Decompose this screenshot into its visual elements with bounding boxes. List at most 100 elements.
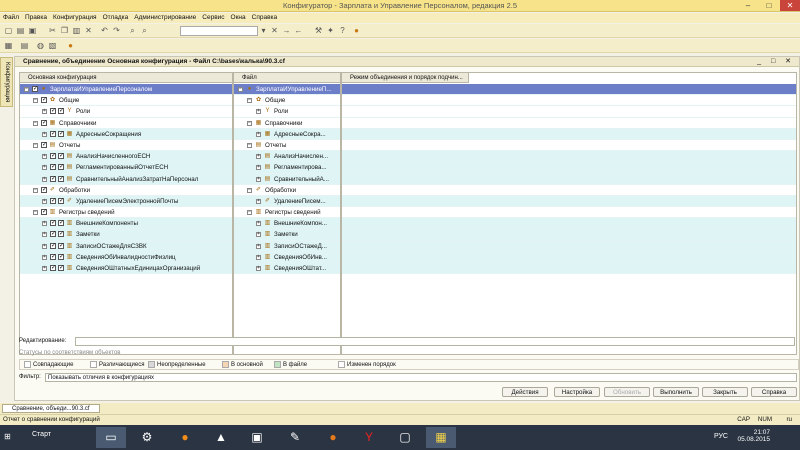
table-icon[interactable]: ▤	[20, 41, 29, 50]
expand-icon[interactable]: +	[256, 266, 261, 271]
tree-row[interactable]: + ✓ ✓ ▦ АдресныеСокращения	[20, 128, 232, 140]
expand-icon[interactable]: +	[42, 266, 47, 271]
tree-row[interactable]	[342, 95, 796, 107]
clear-search-icon[interactable]: ✕	[270, 26, 279, 35]
tree-row[interactable]: − ● ЗарплатаИУправлениеП...	[234, 84, 340, 96]
tools-icon[interactable]: ⚒	[314, 26, 323, 35]
menu-service[interactable]: Сервис	[199, 13, 227, 23]
merge-checkbox[interactable]: ✓	[58, 231, 64, 238]
edit-field[interactable]	[75, 337, 795, 346]
wizard-icon[interactable]: ✦	[326, 26, 335, 35]
delete-icon[interactable]: ✕	[84, 26, 93, 35]
redo-icon[interactable]: ↷	[112, 26, 121, 35]
merge-checkbox[interactable]: ✓	[41, 119, 47, 126]
merge-checkbox[interactable]: ✓	[58, 153, 64, 160]
menu-file[interactable]: Файл	[0, 13, 22, 23]
tree-row[interactable]: + Y Роли	[234, 106, 340, 118]
merge-checkbox[interactable]: ✓	[50, 253, 56, 260]
expand-icon[interactable]: +	[42, 176, 47, 182]
execute-button[interactable]: Выполнить	[653, 387, 699, 397]
merge-checkbox[interactable]: ✓	[32, 86, 38, 92]
tree-row[interactable]	[342, 151, 796, 163]
expand-icon[interactable]: +	[256, 221, 261, 227]
merge-checkbox[interactable]: ✓	[50, 242, 56, 249]
merge-checkbox[interactable]: ✓	[58, 265, 64, 271]
taskbar-lang[interactable]: РУС	[714, 433, 728, 440]
tree-row[interactable]	[342, 84, 796, 96]
expand-icon[interactable]: +	[42, 198, 47, 204]
expand-icon[interactable]: −	[247, 210, 252, 216]
maximize-button[interactable]: □	[759, 0, 779, 11]
close-window-button[interactable]: ✕	[780, 0, 800, 11]
column-header-main-config[interactable]: Основная конфигурация	[20, 73, 232, 83]
menu-help[interactable]: Справка	[249, 13, 281, 23]
merge-checkbox[interactable]: ✓	[50, 175, 56, 182]
merge-checkbox[interactable]: ✓	[58, 220, 64, 227]
expand-icon[interactable]: +	[256, 243, 261, 249]
tree-row[interactable]: − ▤ Отчеты	[234, 140, 340, 152]
open-icon[interactable]: ▤	[16, 26, 25, 35]
tree-row[interactable]: − ✓ ● ЗарплатаИУправлениеПерсоналом	[20, 84, 232, 96]
menu-edit[interactable]: Правка	[22, 13, 50, 23]
tree-row[interactable]	[342, 140, 796, 152]
new-icon[interactable]: ▢	[4, 26, 13, 35]
menu-debug[interactable]: Отладка	[100, 13, 132, 23]
filter-field[interactable]: Показывать отличия в конфигурациях	[45, 373, 797, 382]
tree-row[interactable]: + ✓ ✓ ▥ ЗаписиОСтажеДляСЗВК	[20, 240, 232, 252]
tree-row[interactable]: + ▤ СравнительныйА...	[234, 173, 340, 185]
tree-row[interactable]: + ▥ Заметки	[234, 229, 340, 241]
expand-icon[interactable]: +	[42, 232, 47, 238]
tree-row[interactable]	[342, 251, 796, 263]
run-icon[interactable]: ●	[66, 41, 75, 50]
tree-row[interactable]: + ▥ ЗаписиОСтажеД...	[234, 240, 340, 252]
tree-row[interactable]: + ✓ ✓ Y Роли	[20, 106, 232, 118]
tree-row[interactable]: − ✓ ✐ Обработки	[20, 185, 232, 196]
undo-icon[interactable]: ↶	[100, 26, 109, 35]
tree-row[interactable]: − ▥ Регистры сведений	[234, 207, 340, 219]
tree-row[interactable]	[342, 229, 796, 241]
merge-checkbox[interactable]: ✓	[58, 108, 64, 115]
merge-checkbox[interactable]: ✓	[58, 197, 64, 204]
tree-row[interactable]	[342, 106, 796, 118]
expand-icon[interactable]: +	[256, 165, 261, 171]
tree-row[interactable]	[342, 118, 796, 129]
tree-row[interactable]: + ▤ Регламентирова...	[234, 162, 340, 174]
expand-icon[interactable]: +	[42, 154, 47, 160]
menu-windows[interactable]: Окна	[228, 13, 249, 23]
search-back-icon[interactable]: ←	[294, 26, 303, 35]
tree-row[interactable]: + ✓ ✓ ▤ РегламентированныйОтчетЕСН	[20, 162, 232, 174]
tree-row[interactable]: − ✓ ▦ Справочники	[20, 118, 232, 129]
tree-row[interactable]: + ▥ ВнешниеКомпон...	[234, 218, 340, 230]
refresh-button[interactable]: Обновить	[604, 387, 650, 397]
copy-icon[interactable]: ❐	[60, 26, 69, 35]
merge-checkbox[interactable]: ✓	[58, 175, 64, 182]
merge-checkbox[interactable]: ✓	[58, 130, 64, 137]
tree-row[interactable]: + ✓ ✓ ▥ Заметки	[20, 229, 232, 241]
app-icon-2[interactable]: ⚙	[132, 427, 162, 448]
expand-icon[interactable]: −	[238, 87, 243, 92]
help-button[interactable]: Справка	[751, 387, 797, 397]
expand-icon[interactable]: +	[256, 198, 261, 204]
merge-checkbox[interactable]: ✓	[50, 231, 56, 238]
db-icon[interactable]: ◍	[36, 41, 45, 50]
clock[interactable]: 21:07 05.08.2015	[737, 429, 770, 443]
tree-row[interactable]: + ▥ СведенияОШтат...	[234, 263, 340, 275]
tree-row[interactable]: − ✿ Общие	[234, 95, 340, 107]
expand-icon[interactable]: −	[33, 120, 38, 126]
start-button[interactable]: Старт	[32, 431, 51, 438]
merge-checkbox[interactable]: ✓	[50, 220, 56, 227]
expand-icon[interactable]: −	[24, 87, 29, 92]
window-controls[interactable]: _ □ ✕	[757, 57, 795, 67]
merge-checkbox[interactable]: ✓	[41, 97, 47, 104]
menu-configuration[interactable]: Конфигурация	[50, 13, 100, 23]
expand-icon[interactable]: −	[247, 120, 252, 126]
expand-icon[interactable]: +	[256, 154, 261, 160]
tree-row[interactable]: + ▤ АнализНачислен...	[234, 151, 340, 163]
tree-row[interactable]: + ✐ УдалениеПисем...	[234, 195, 340, 208]
expand-icon[interactable]: +	[42, 221, 47, 227]
tree-row[interactable]: + ✓ ✓ ▤ СравнительныйАнализЗатратНаПерсонал	[20, 173, 232, 185]
tree-row[interactable]	[342, 218, 796, 230]
expand-icon[interactable]: +	[42, 165, 47, 171]
expand-icon[interactable]: −	[247, 187, 252, 193]
column-header-file[interactable]: Файл	[234, 73, 340, 83]
